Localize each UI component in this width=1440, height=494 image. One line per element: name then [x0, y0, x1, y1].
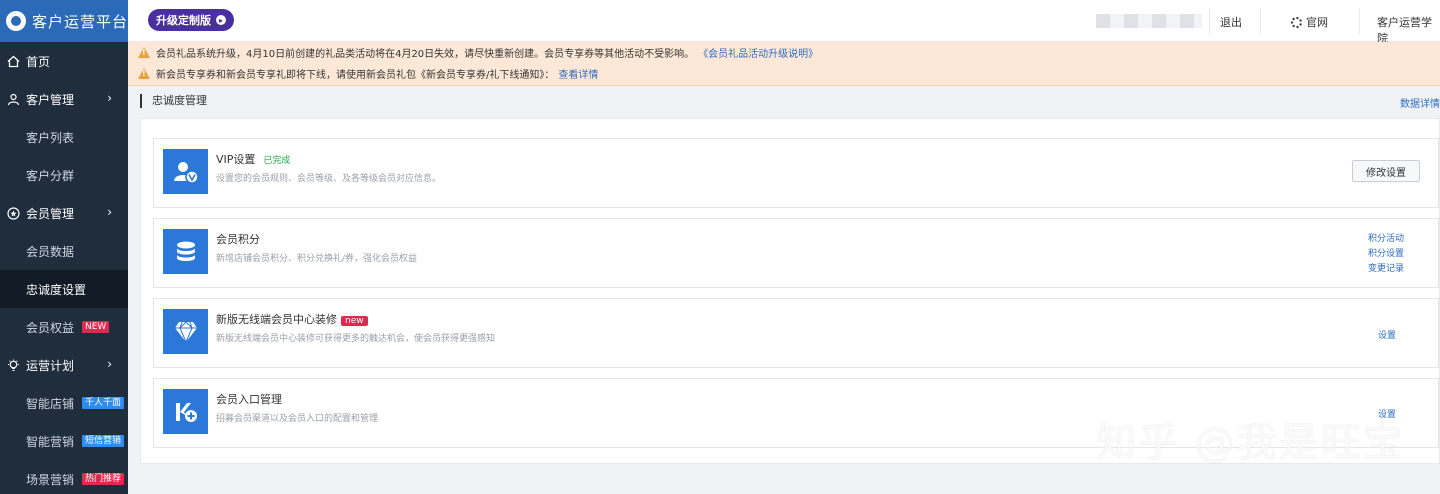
sidebar-item-label: 客户管理 [26, 92, 75, 107]
card-links: 积分活动 积分设置 变更记录 [1368, 232, 1404, 277]
sidebar-item-home[interactable]: 首页 [0, 42, 128, 80]
points-activity-link[interactable]: 积分活动 [1368, 232, 1404, 247]
card-title: 会员积分 [216, 231, 260, 247]
card-description: 设置您的会员规则、会员等级、及各等级会员对应信息。 [216, 174, 442, 184]
card-description: 新版无线端会员中心装修可获得更多的触达机会，使会员获得更强感知 [216, 334, 496, 344]
member-icon [6, 206, 20, 220]
sidebar-item-member-management[interactable]: 会员管理 › [0, 194, 128, 232]
sidebar-item-label: 会员权益 [26, 320, 75, 335]
logout-link[interactable]: 退出 [1220, 14, 1242, 30]
warning-icon [138, 68, 150, 79]
settings-link[interactable]: 设置 [1378, 328, 1396, 341]
sidebar-item-member-benefits[interactable]: 会员权益 NEW [0, 308, 128, 346]
chevron-right-icon: › [107, 205, 112, 219]
sidebar-item-label: 场景营销 [26, 472, 75, 487]
notice-row: 会员礼品系统升级，4月10日前创建的礼品类活动将在4月20日失效，请尽快重新创建… [128, 42, 1440, 63]
notice-text: 会员礼品系统升级，4月10日前创建的礼品类活动将在4月20日失效，请尽快重新创建… [156, 49, 695, 60]
sidebar-item-label: 客户分群 [26, 168, 75, 183]
sidebar-item-smart-marketing[interactable]: 智能营销 短信营销 [0, 422, 128, 460]
sidebar-item-customer-management[interactable]: 客户管理 › [0, 80, 128, 118]
card-title: 会员入口管理 [216, 391, 282, 407]
watermark: 知乎 @我是旺宝 [1096, 420, 1405, 466]
sidebar-item-smart-store[interactable]: 智能店铺 千人千面 [0, 384, 128, 422]
card-title: VIP设置 已完成 [216, 151, 290, 167]
sidebar-item-label: 会员管理 [26, 206, 75, 221]
official-site-link[interactable]: 官网 [1291, 14, 1328, 30]
warning-icon [138, 47, 150, 58]
brand[interactable]: 客户运营平台 [0, 0, 128, 42]
hot-tag: 热门推荐 [82, 473, 125, 485]
divider [1260, 8, 1261, 34]
sidebar-item-label: 智能营销 [26, 434, 75, 449]
chevron-right-icon: › [107, 357, 112, 371]
card-member-points: 会员积分 新增店铺会员积分、积分兑换礼/券，强化会员权益 积分活动 积分设置 变… [153, 218, 1439, 288]
card-vip-settings: VIP设置 已完成 设置您的会员规则、会员等级、及各等级会员对应信息。 修改设置 [153, 138, 1439, 208]
sidebar-item-label: 客户列表 [26, 130, 75, 145]
page-title: 忠诚度管理 [140, 94, 207, 108]
notice-row: 新会员专享券和新会员专享礼即将下线，请使用新会员礼包《新会员专享券/礼下线通知》… [128, 63, 1440, 84]
notice-bar: 会员礼品系统升级，4月10日前创建的礼品类活动将在4月20日失效，请尽快重新创建… [128, 42, 1440, 86]
modify-settings-button[interactable]: 修改设置 [1352, 160, 1420, 182]
k-plus-icon [163, 389, 208, 434]
notice-text: 新会员专享券和新会员专享礼即将下线，请使用新会员礼包《新会员专享券/礼下线通知》… [156, 70, 555, 81]
chevron-right-icon: › [107, 91, 112, 105]
card-title-text: 新版无线端会员中心装修 [216, 313, 337, 326]
official-site-label: 官网 [1306, 16, 1328, 29]
card-title-text: VIP设置 [216, 153, 256, 166]
vip-user-icon [163, 149, 208, 194]
divider [1209, 8, 1210, 34]
card-title-text: 会员入口管理 [216, 393, 282, 406]
diamond-icon [163, 309, 208, 354]
feature-tag: 千人千面 [82, 397, 125, 409]
sidebar-item-loyalty-settings[interactable]: 忠诚度设置 [0, 270, 128, 308]
sidebar: 客户运营平台 首页 客户管理 › 客户列表 客户分群 会员管理 › 会员数据 忠… [0, 0, 128, 494]
sidebar-item-label: 会员数据 [26, 244, 75, 259]
card-title-text: 会员积分 [216, 233, 260, 246]
sidebar-item-scene-marketing[interactable]: 场景营销 热门推荐 [0, 460, 128, 494]
card-title: 新版无线端会员中心装修 new [216, 311, 368, 327]
sidebar-item-member-data[interactable]: 会员数据 [0, 232, 128, 270]
top-header: 升级定制版 ▸ 退出 官网 客户运营学院 [128, 0, 1440, 45]
official-site-icon [1291, 17, 1302, 28]
arrow-right-icon: ▸ [216, 15, 226, 25]
feature-tag: 短信营销 [82, 435, 125, 447]
new-tag: NEW [82, 321, 110, 333]
new-badge: new [341, 316, 368, 326]
brand-title: 客户运营平台 [32, 12, 129, 31]
bulb-icon [6, 358, 20, 372]
change-log-link[interactable]: 变更记录 [1368, 262, 1404, 277]
user-icon [6, 92, 20, 106]
notice-link[interactable]: 《会员礼品活动升级说明》 [698, 45, 818, 60]
card-description: 新增店铺会员积分、积分兑换礼/券，强化会员权益 [216, 254, 418, 264]
sidebar-item-label: 首页 [26, 54, 51, 69]
points-settings-link[interactable]: 积分设置 [1368, 247, 1404, 262]
card-description: 招募会员渠道以及会员入口的配置和管理 [216, 414, 379, 424]
status-badge: 已完成 [263, 156, 291, 166]
sidebar-item-customer-list[interactable]: 客户列表 [0, 118, 128, 156]
notice-link[interactable]: 查看详情 [558, 66, 598, 81]
user-name-blurred [1096, 14, 1202, 28]
upgrade-label: 升级定制版 [156, 14, 211, 27]
sidebar-item-operation-plan[interactable]: 运营计划 › [0, 346, 128, 384]
brand-logo-icon [6, 11, 26, 31]
upgrade-button[interactable]: 升级定制版 ▸ [148, 9, 234, 31]
sidebar-item-label: 智能店铺 [26, 396, 75, 411]
sidebar-item-label: 运营计划 [26, 358, 75, 373]
home-icon [6, 54, 20, 68]
card-mobile-member-center: 新版无线端会员中心装修 new 新版无线端会员中心装修可获得更多的触达机会，使会员… [153, 298, 1439, 368]
divider [1359, 8, 1360, 34]
sidebar-item-customer-groups[interactable]: 客户分群 [0, 156, 128, 194]
database-icon [163, 229, 208, 274]
sidebar-item-label: 忠诚度设置 [26, 282, 87, 297]
data-detail-link[interactable]: 数据详情 [1400, 95, 1440, 110]
page-title-bar: 忠诚度管理 数据详情 [140, 94, 1440, 112]
